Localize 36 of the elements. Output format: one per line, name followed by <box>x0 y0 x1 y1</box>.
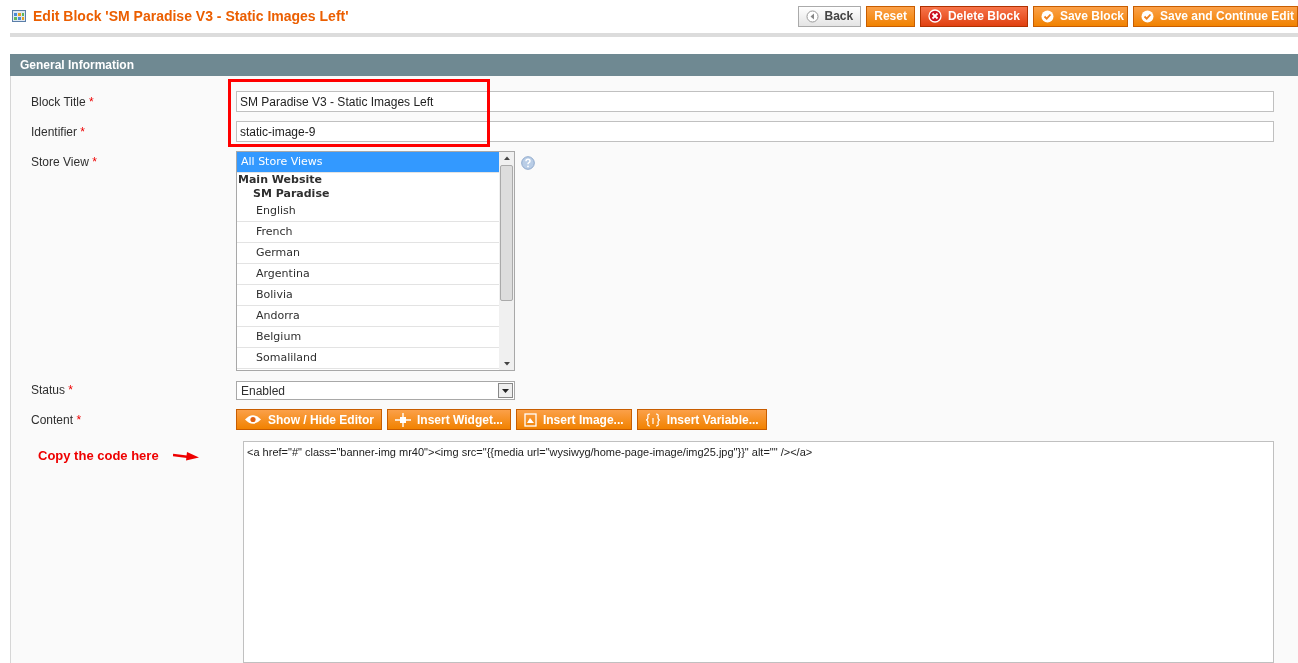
widget-icon <box>395 412 411 427</box>
list-option[interactable]: German <box>237 243 499 264</box>
list-option[interactable]: Andorra <box>237 306 499 327</box>
checkmark-icon <box>1040 9 1054 23</box>
scrollbar[interactable] <box>499 152 514 370</box>
option-group: SM Paradise <box>237 187 499 201</box>
action-button[interactable]: Back <box>797 5 862 27</box>
checkmark-icon <box>1141 9 1154 23</box>
annotation-arrow <box>172 451 199 461</box>
eye-icon <box>244 414 262 425</box>
section-header: General Information <box>10 54 1298 76</box>
list-option[interactable]: Argentina <box>237 264 499 285</box>
close-icon <box>927 9 942 23</box>
field-label: Status * <box>31 383 74 397</box>
store-view-list[interactable]: All Store Views Main Website SM Paradise English French German Argentina Bolivia Andorra Belgium Somaliland <box>236 151 515 371</box>
list-option[interactable]: Somaliland <box>237 348 499 369</box>
image-icon <box>523 412 537 427</box>
block-title-field[interactable]: SM Paradise V3 - Static Images Left <box>236 91 1274 112</box>
list-option[interactable]: Belgium <box>237 327 499 348</box>
identifier-field[interactable]: static-image-9 <box>236 121 1274 142</box>
field-label: Block Title * <box>31 95 94 109</box>
braces-icon <box>644 412 661 427</box>
annotation-text: Copy the code here <box>38 449 159 463</box>
status-select[interactable]: Enabled <box>236 381 515 400</box>
field-label: Store View * <box>31 155 97 169</box>
list-option[interactable]: English <box>237 201 499 222</box>
page-title: Edit Block 'SM Paradise V3 - Static Images Left' <box>33 8 349 24</box>
list-option[interactable]: French <box>237 222 499 243</box>
option-group: Main Website <box>237 173 499 187</box>
scroll-up-icon[interactable] <box>502 155 511 161</box>
content-textarea[interactable]: <a href="#" class="banner-img mr40"><img src="{{media url="wysiwyg/home-page-image/img25.jpg"}}" alt="" /></a> <box>243 441 1274 663</box>
list-option[interactable]: Bolivia <box>237 285 499 306</box>
field-label: Identifier * <box>31 125 86 139</box>
scroll-down-icon[interactable] <box>502 361 511 367</box>
field-label: Content * <box>31 413 82 427</box>
grid-icon <box>12 10 26 22</box>
